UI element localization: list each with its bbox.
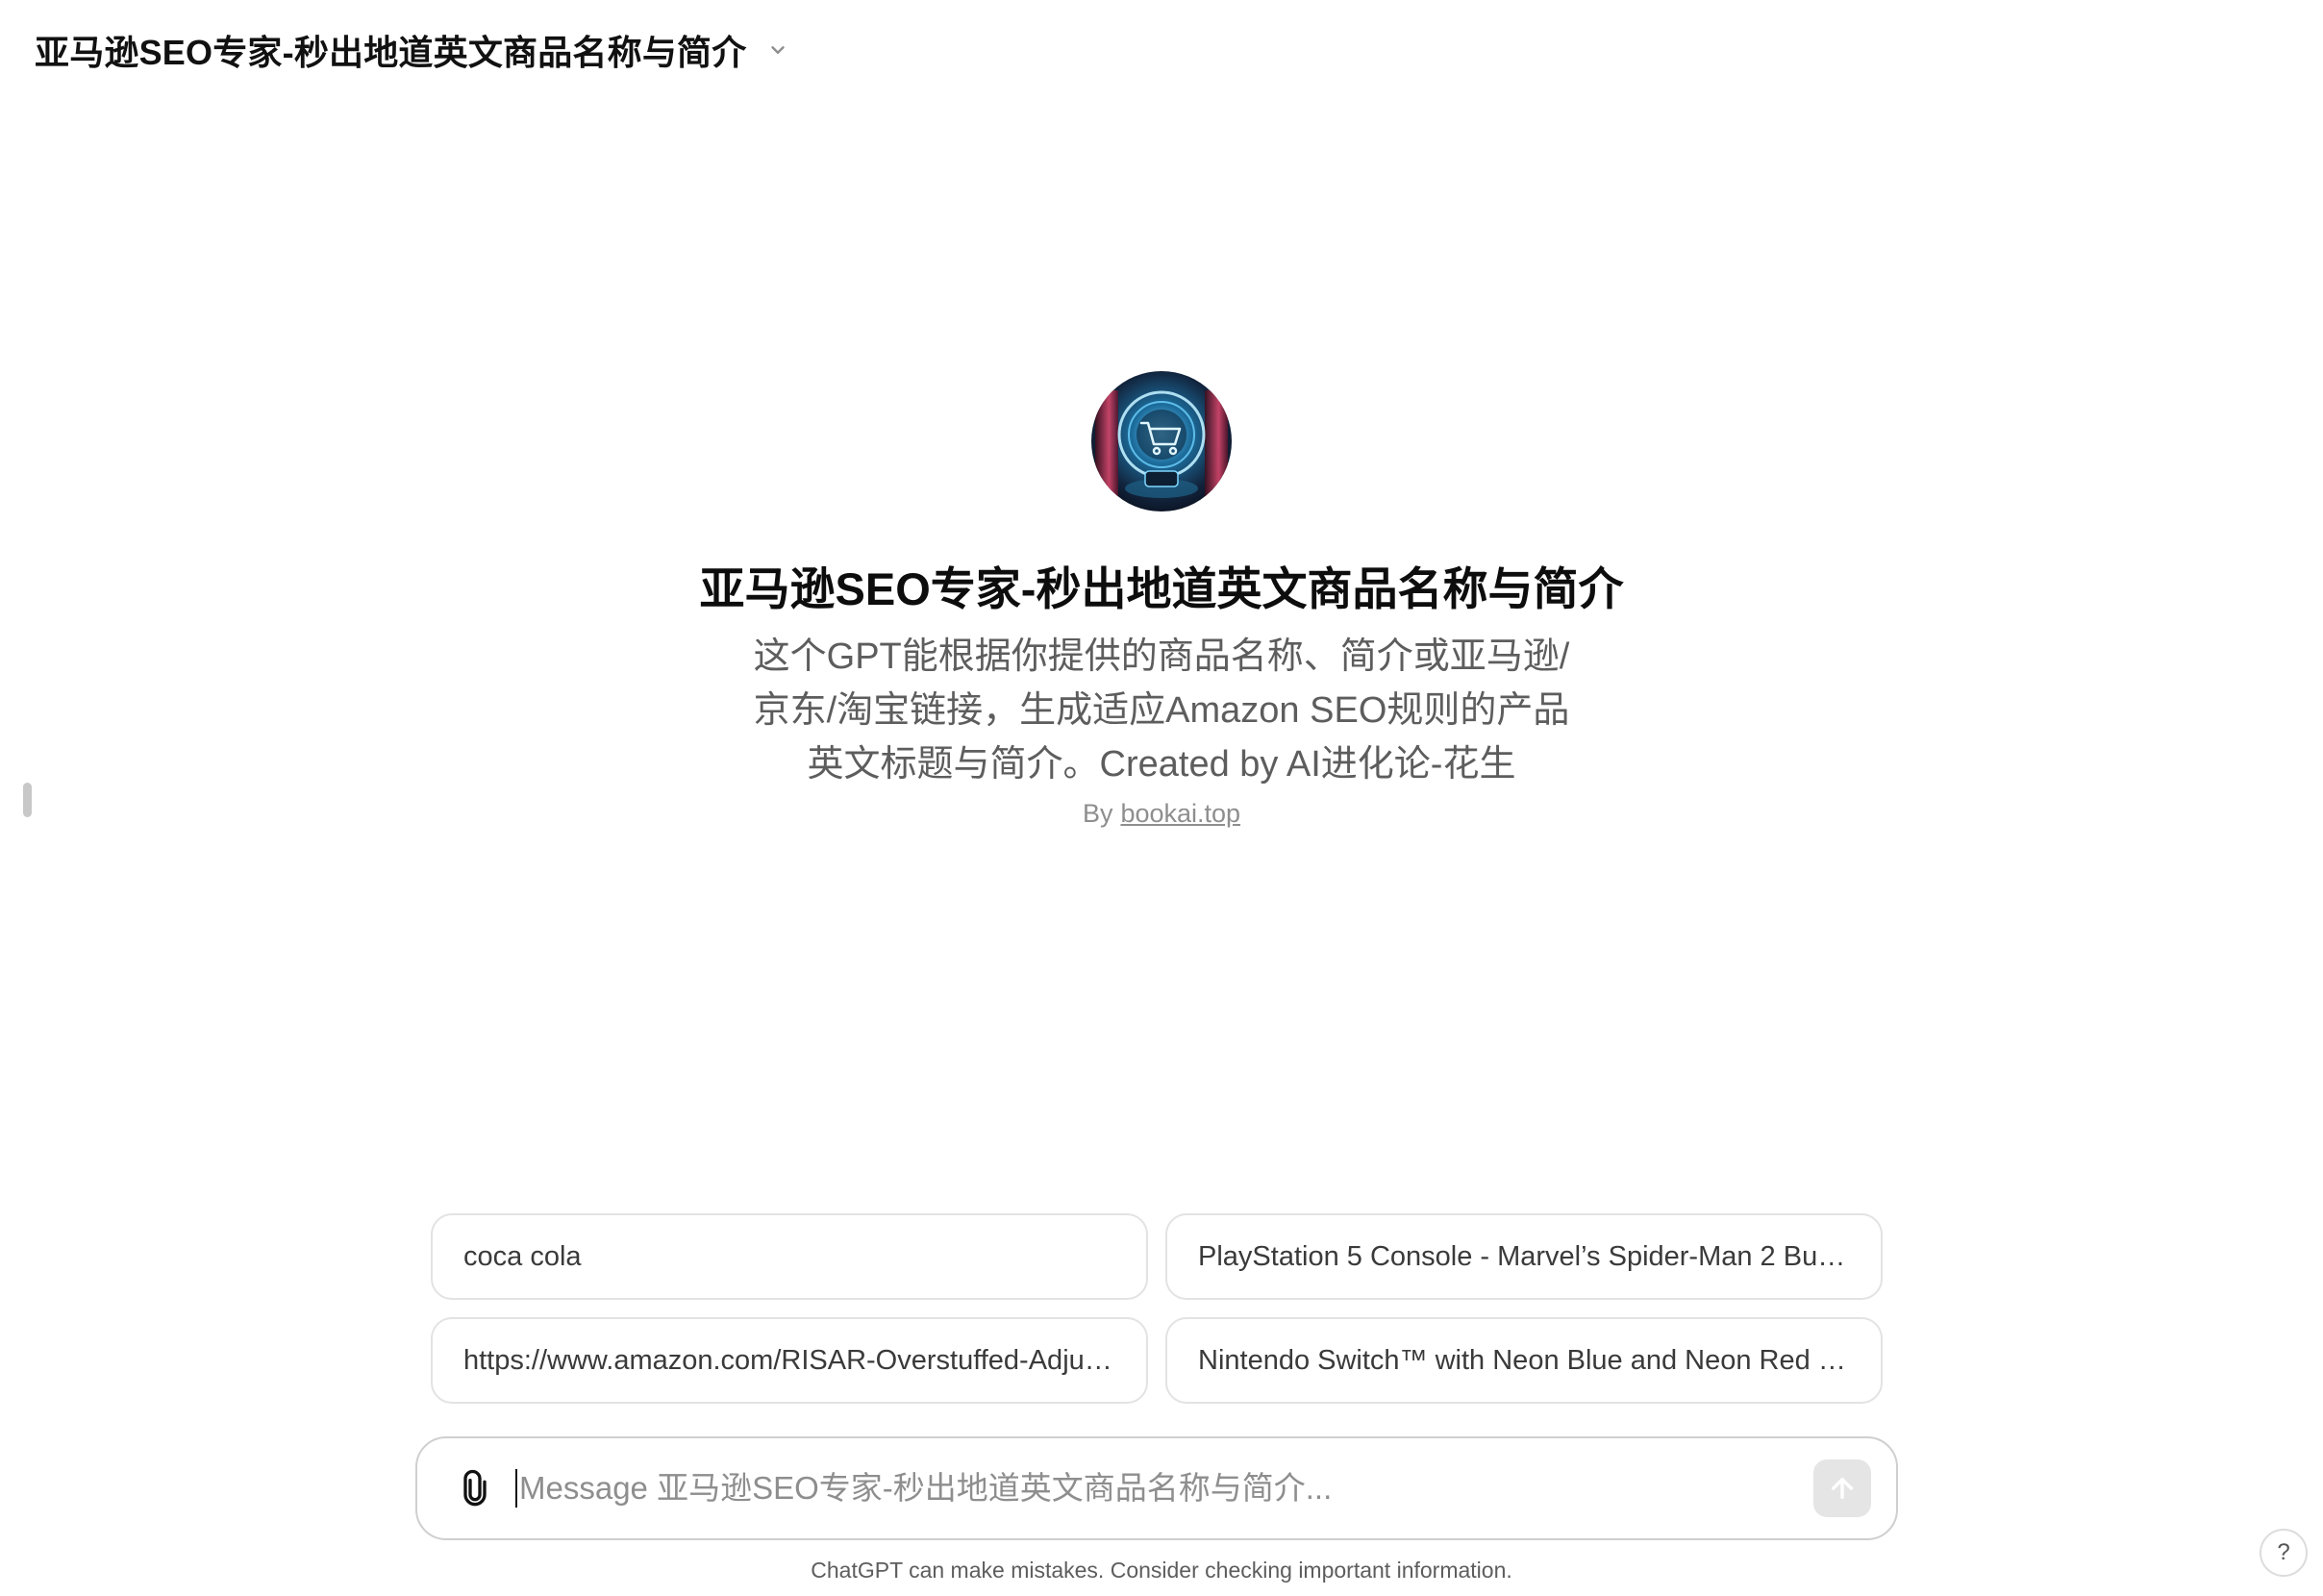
- gpt-description-line: 这个GPT能根据你提供的商品名称、简介或亚马逊/: [753, 636, 1570, 677]
- arrow-up-icon[interactable]: [1813, 1459, 1871, 1517]
- author-prefix: By: [1082, 799, 1113, 828]
- starter-prompt-label: Nintendo Switch™ with Neon Blue and Neon…: [1198, 1344, 1850, 1376]
- shopping-cart-neon-avatar: [1091, 371, 1232, 511]
- help-button[interactable]: ?: [2260, 1529, 2308, 1577]
- starter-prompt-card[interactable]: https://www.amazon.com/RISAR-Overstuffed…: [431, 1317, 1148, 1404]
- starter-prompt-card[interactable]: Nintendo Switch™ with Neon Blue and Neon…: [1165, 1317, 1883, 1404]
- starter-prompt-card[interactable]: coca cola: [431, 1213, 1148, 1300]
- starter-prompt-label: https://www.amazon.com/RISAR-Overstuffed…: [463, 1344, 1115, 1376]
- gpt-title: 亚马逊SEO专家-秒出地道英文商品名称与简介: [699, 563, 1624, 614]
- starter-prompts: coca cola PlayStation 5 Console - Marvel…: [431, 1213, 1883, 1404]
- gpt-description-line: 英文标题与简介。Created by AI进化论-花生: [807, 744, 1516, 785]
- gpt-selector[interactable]: 亚马逊SEO专家-秒出地道英文商品名称与简介: [35, 25, 792, 75]
- gpt-description-line: 京东/淘宝链接，生成适应Amazon SEO规则的产品: [753, 690, 1570, 731]
- gpt-author: By bookai.top: [1083, 799, 1240, 829]
- gpt-intro: 亚马逊SEO专家-秒出地道英文商品名称与简介 这个GPT能根据你提供的商品名称、…: [0, 371, 2323, 829]
- starter-prompt-label: PlayStation 5 Console - Marvel’s Spider-…: [1198, 1240, 1850, 1272]
- author-link[interactable]: bookai.top: [1120, 799, 1240, 829]
- message-input[interactable]: [517, 1470, 1813, 1507]
- message-composer: [415, 1436, 1898, 1540]
- chevron-down-icon[interactable]: [763, 36, 792, 64]
- header-title: 亚马逊SEO专家-秒出地道英文商品名称与简介: [35, 33, 747, 72]
- gpt-description: 这个GPT能根据你提供的商品名称、简介或亚马逊/ 京东/淘宝链接，生成适应Ama…: [719, 630, 1604, 791]
- disclaimer-text: ChatGPT can make mistakes. Consider chec…: [811, 1558, 1512, 1583]
- starter-prompt-card[interactable]: PlayStation 5 Console - Marvel’s Spider-…: [1165, 1213, 1883, 1300]
- paperclip-icon[interactable]: [454, 1467, 496, 1509]
- starter-prompt-label: coca cola: [463, 1240, 582, 1272]
- gpt-avatar: [1091, 371, 1232, 511]
- chat-page: 亚马逊SEO专家-秒出地道英文商品名称与简介 亚马逊SEO专家-秒出地道英文商品…: [0, 0, 2323, 1596]
